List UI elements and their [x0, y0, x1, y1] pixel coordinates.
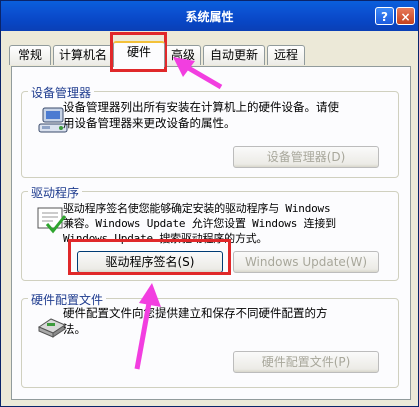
tab-computer-name[interactable]: 计算机名: [53, 45, 113, 65]
window-title: 系统属性: [185, 10, 234, 24]
device-manager-description-line2: 用设备管理器来更改设备的属性。: [63, 116, 236, 130]
help-button[interactable]: ?: [375, 7, 394, 25]
drivers-title: 驱动程序: [28, 184, 83, 201]
drivers-description-line2: 兼容。Windows Update 允许您设置 Windows 连接到: [63, 217, 336, 230]
hardware-profiles-button[interactable]: 硬件配置文件(P): [233, 351, 379, 373]
device-manager-description-line1: 设备管理器列出所有安装在计算机上的硬件设备。请使: [63, 100, 339, 114]
hardware-profiles-description-line1: 硬件配置文件向您提供建立和保存不同硬件配置的方: [63, 306, 328, 320]
system-properties-window: 系统属性 ? × 常规 计算机名 硬件 高级 自动更新 远程 设备管理器 设备管…: [0, 0, 419, 407]
close-button[interactable]: ×: [396, 7, 415, 25]
drivers-description-line1: 驱动程序签名使您能够确定安装的驱动程序与 Windows: [63, 202, 331, 215]
arrow-to-hardware-tab-icon: [173, 57, 223, 90]
tab-general[interactable]: 常规: [9, 45, 51, 65]
arrow-to-driver-signing-icon: [134, 283, 161, 370]
windows-update-button[interactable]: Windows Update(W): [233, 251, 379, 273]
hardware-profiles-description-line2: 法。: [63, 322, 86, 336]
device-manager-button[interactable]: 设备管理器(D): [233, 146, 379, 168]
driver-signing-highlight: [68, 239, 231, 275]
tab-hardware[interactable]: 硬件: [113, 41, 165, 67]
tab-remote[interactable]: 远程: [267, 45, 305, 65]
title-bar[interactable]: 系统属性 ? ×: [1, 1, 418, 31]
